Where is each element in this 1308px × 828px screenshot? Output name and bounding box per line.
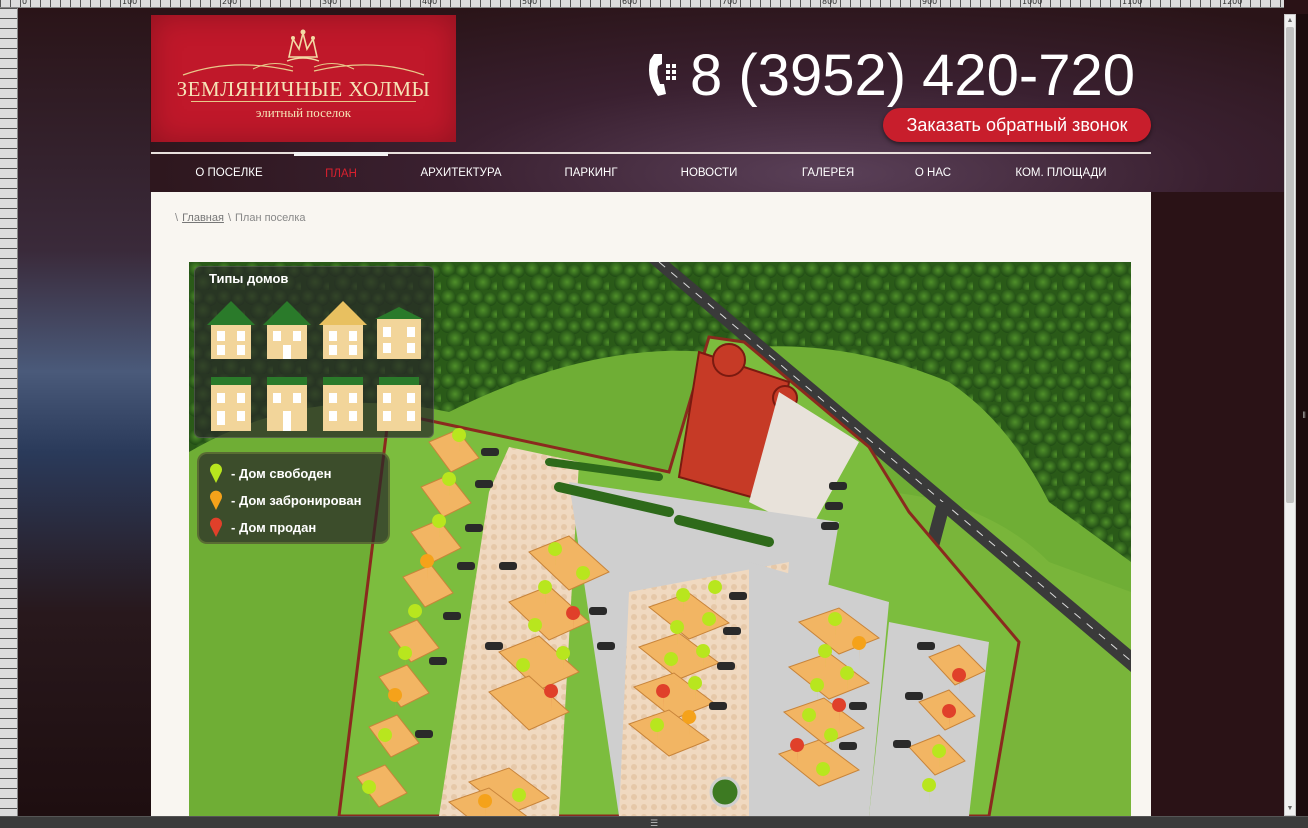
nav-item-plan[interactable]: ПЛАН (294, 152, 388, 190)
breadcrumb: \ Главная \ План поселка (171, 212, 306, 224)
house-type-4-thumb[interactable] (373, 295, 425, 359)
house-type-7-thumb[interactable] (317, 367, 369, 431)
house-type-8-thumb[interactable] (373, 367, 425, 431)
nav-item-commercial[interactable]: КОМ. ПЛОЩАДИ (999, 154, 1123, 192)
ruler-tick: 900 (922, 0, 938, 6)
house-type-2-thumb[interactable] (261, 295, 313, 359)
main-content: \ Главная \ План поселка Типы домов - До… (151, 192, 1151, 816)
ruler-tick: 1200 (1222, 0, 1243, 6)
nav-item-architecture[interactable]: АРХИТЕКТУРА (401, 154, 521, 192)
house-type-1-thumb[interactable] (205, 295, 257, 359)
logo-subtitle: элитный поселок (255, 105, 352, 120)
scroll-down-arrow-icon[interactable]: ▼ (1285, 803, 1295, 815)
ruler-tick: 400 (422, 0, 438, 6)
house-types-panel: Типы домов (194, 266, 434, 438)
page-background-left (18, 8, 158, 816)
house-type-3-thumb[interactable] (317, 295, 369, 359)
status-legend: - Дом свободен - Дом забронирован - Дом … (197, 452, 390, 544)
legend-label: - Дом продан (231, 520, 317, 535)
ruler-tick: 800 (822, 0, 838, 6)
ruler-tick: 300 (322, 0, 338, 6)
ornament-icon (182, 63, 425, 76)
nav-item-parking[interactable]: ПАРКИНГ (546, 154, 636, 192)
left-ruler (0, 8, 18, 816)
breadcrumb-home-link[interactable]: Главная (182, 212, 224, 224)
vertical-scrollbar[interactable]: ▲ ▼ (1284, 14, 1296, 816)
callback-button[interactable]: Заказать обратный звонок (883, 108, 1151, 142)
ruler-tick: 700 (722, 0, 738, 6)
nav-item-about-us[interactable]: О НАС (891, 154, 975, 192)
ruler-tick: 200 (222, 0, 238, 6)
top-ruler: 0 100 200 300 400 500 600 700 800 900 10… (0, 0, 1284, 8)
ruler-tick: 100 (122, 0, 138, 6)
ruler-tick: 0 (22, 0, 28, 6)
nav-item-news[interactable]: НОВОСТИ (664, 154, 754, 192)
map-pin-icon (210, 463, 222, 483)
house-type-5-thumb[interactable] (205, 367, 257, 431)
scroll-up-arrow-icon[interactable]: ▲ (1285, 15, 1295, 27)
logo-divider (191, 101, 416, 102)
ruler-tick: 600 (622, 0, 638, 6)
map-pin-icon (210, 517, 222, 537)
ruler-tick: 1000 (1022, 0, 1043, 6)
main-nav: О ПОСЕЛКЕ ПЛАН АРХИТЕКТУРА ПАРКИНГ НОВОС… (151, 152, 1151, 192)
scrollbar-thumb[interactable] (1286, 27, 1294, 503)
map-pin-icon (210, 490, 222, 510)
site-logo[interactable]: ЗЕМЛЯНИЧНЫЕ ХОЛМЫ элитный поселок (151, 15, 456, 142)
phone-number[interactable]: 8 (3952) 420-720 (690, 42, 1135, 109)
house-types-title: Типы домов (209, 271, 289, 286)
ruler-tick: 500 (522, 0, 538, 6)
breadcrumb-separator: \ (175, 212, 179, 224)
logo-title: ЗЕМЛЯНИЧНЫЕ ХОЛМЫ (176, 77, 431, 101)
breadcrumb-separator: \ (227, 212, 231, 224)
legend-label: - Дом забронирован (231, 493, 362, 508)
bottom-panel-handle[interactable]: ☰ (0, 816, 1308, 828)
phone-icon (649, 54, 676, 96)
house-type-6-thumb[interactable] (261, 367, 313, 431)
village-plan-map[interactable]: Типы домов - Дом свободен - Дом забронир… (189, 262, 1131, 816)
nav-item-gallery[interactable]: ГАЛЕРЕЯ (783, 154, 873, 192)
legend-label: - Дом свободен (231, 466, 332, 481)
breadcrumb-current: План поселка (235, 212, 306, 224)
nav-item-about[interactable]: О ПОСЕЛКЕ (173, 154, 285, 192)
ruler-tick: 1100 (1122, 0, 1143, 6)
resize-handle-icon[interactable]: ‖ (1302, 410, 1306, 420)
